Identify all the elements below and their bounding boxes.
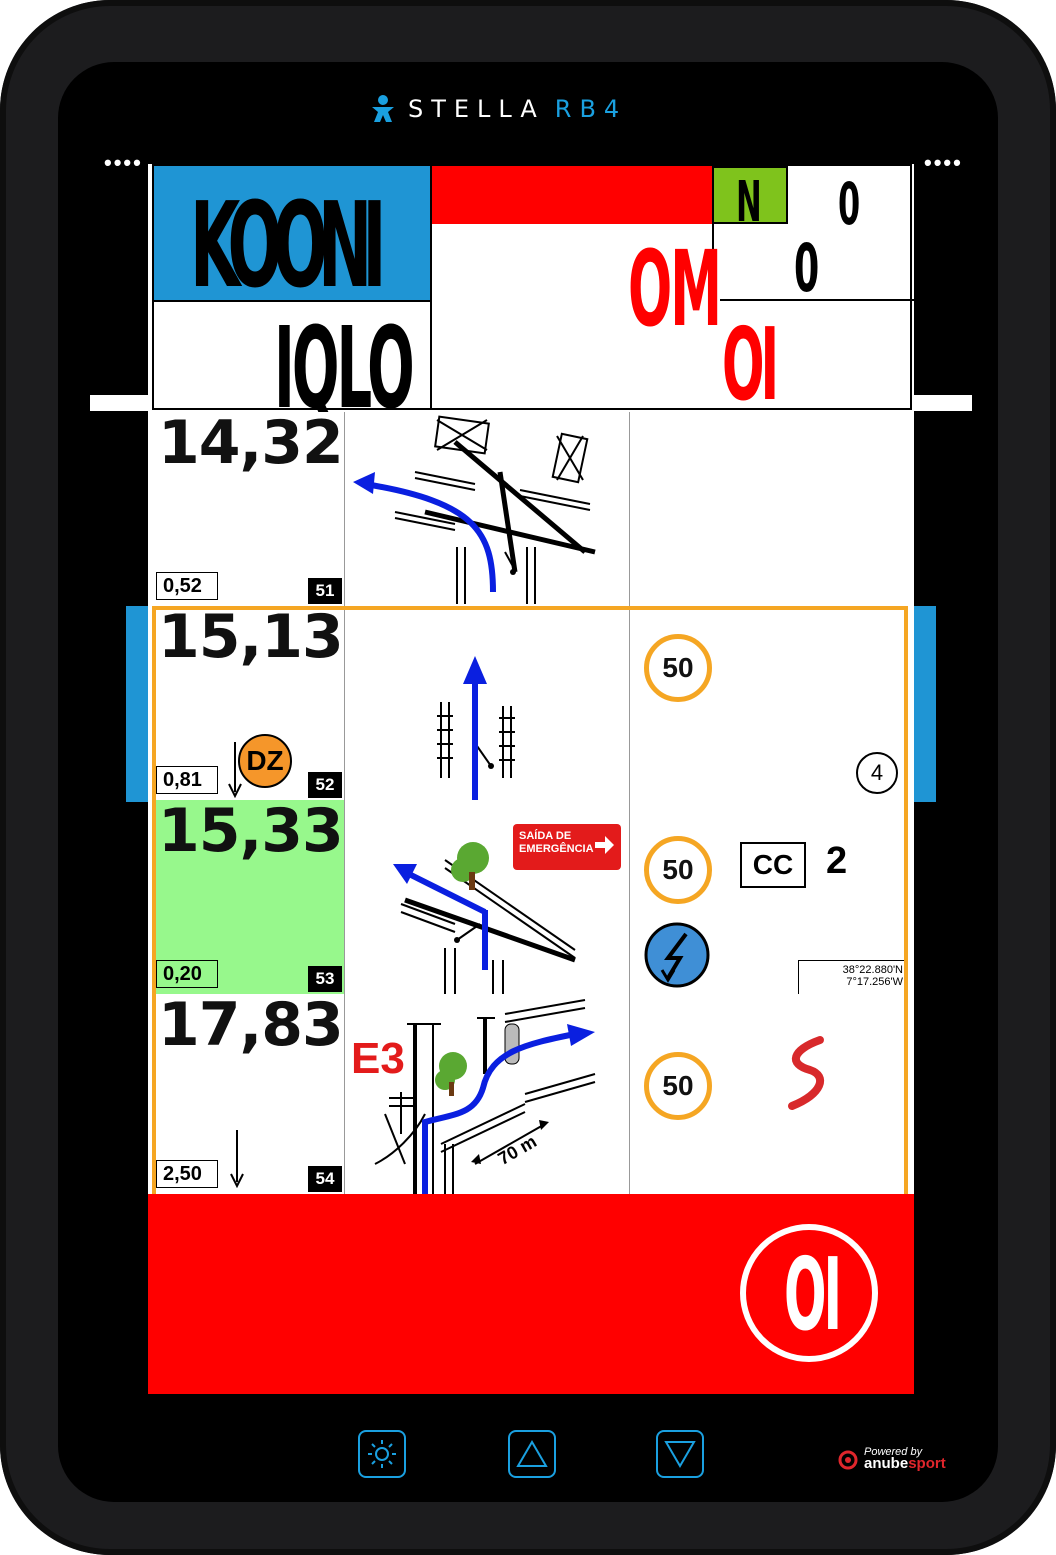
speed-limit-sign: 50 [644,836,712,904]
dots-right: •••• [924,150,963,175]
brand-name: STELLA [408,95,545,123]
top-left-box[interactable]: KOONI [154,166,432,314]
active-row-marker-right [914,606,936,802]
gps-coordinates: 38°22.880'N 7°17.256'W [798,960,908,996]
partial-distance: 0,20 [156,960,218,988]
brand-model: RB4 [554,95,628,123]
dz-badge: DZ [238,734,292,788]
tulip-drawing [353,415,596,604]
mid-right-value: 0 [794,230,820,307]
red-status-bar [432,166,714,224]
brightness-button[interactable] [358,1430,406,1478]
roadbook-row[interactable]: 17,83 2,50 54 E3 70 m 50 [152,990,910,1194]
lightning-hazard-icon [644,922,710,988]
down-triangle-icon [664,1441,696,1468]
tulip-diagram: E3 70 m [345,994,630,1194]
anubesport-logo: Powered by anubesport [836,1446,946,1471]
roadbook-row[interactable]: 14,32 0,52 51 [152,408,910,607]
speed-limit-sign: 50 [644,634,712,702]
tulip-diagram [345,606,630,800]
cc-box: CC [740,842,806,888]
cc-label: CC [752,849,794,880]
status-header: KOONI IQLO N 0 0 OM OI [152,164,914,434]
total-distance: 15,13 [158,602,344,672]
lower-red-code: OI [722,306,779,423]
info-cell: 50 [630,994,910,1194]
divider-right [910,395,972,411]
box-number: 52 [308,772,342,798]
alert-circle-button[interactable]: OI [740,1224,878,1362]
distance-cell: 15,13 0,81 DZ 52 [152,602,345,800]
distance-cell: 14,32 0,52 51 [152,408,345,606]
count-value: 4 [870,760,884,785]
dz-label: DZ [246,745,284,776]
brand-part-a: anube [864,1455,909,1472]
gps-lat: 38°22.880'N [842,964,903,976]
gear-indicator: N [712,166,788,235]
roadbook-row-active[interactable]: 15,13 0,81 DZ 52 50 4 [152,602,910,801]
up-triangle-icon [516,1440,548,1467]
partial-distance: 2,50 [156,1160,218,1188]
roadbook-row[interactable]: 15,33 0,20 53 SAÍDA DE EMERGÊNCIA 50 CC … [152,796,910,996]
box-number: 53 [308,966,342,992]
gps-lon: 7°17.256'W [846,976,903,988]
distance-cell: 17,83 2,50 54 [152,990,345,1194]
tulip-drawing [437,656,515,800]
speed-limit-sign: 50 [644,1052,712,1120]
right-arrow-icon [595,836,614,854]
center-red-code: OM [628,228,722,350]
up-button[interactable] [508,1430,556,1478]
total-distance: 17,83 [158,990,344,1060]
total-distance: 15,33 [158,796,344,866]
info-cell: 50 4 [630,606,910,800]
active-row-marker-left [126,606,148,802]
tulip-diagram: SAÍDA DE EMERGÊNCIA [345,800,630,994]
brand-part-b: sport [908,1455,946,1472]
partial-distance: 0,52 [156,572,218,600]
curve-warning-icon [788,1036,824,1110]
down-button[interactable] [656,1430,704,1478]
box-number: 51 [308,578,342,604]
tulip-diagram [345,412,630,606]
stella-logo: STELLA RB4 [368,92,698,126]
box-number: 54 [308,1166,342,1192]
brightness-icon [368,1440,396,1468]
distance-cell: 15,33 0,20 53 [152,796,345,994]
runner-icon [372,95,394,122]
down-arrow-icon [230,1130,244,1188]
top-right-value: 0 [838,170,861,238]
waypoint-label: E3 [351,1034,405,1083]
partial-distance: 0,81 [156,766,218,794]
cc-value: 2 [826,840,848,882]
anubesport-icon [838,1450,858,1470]
tulip-drawing [374,999,596,1194]
alert-code: OI [784,1236,842,1353]
divider [720,299,914,301]
gear-label: N [736,170,762,235]
info-cell: 50 CC 2 38°22.880'N 7°17.256'W [630,800,910,996]
top-left-code: KOONI [190,176,387,314]
info-cell [630,412,910,606]
dots-left: •••• [104,150,143,175]
divider-left [90,395,152,411]
total-distance: 14,32 [158,408,344,478]
count-circle: 4 [856,752,898,794]
emergency-exit-sign: SAÍDA DE EMERGÊNCIA [513,824,621,870]
bottom-left-box[interactable]: IQLO [154,300,432,434]
